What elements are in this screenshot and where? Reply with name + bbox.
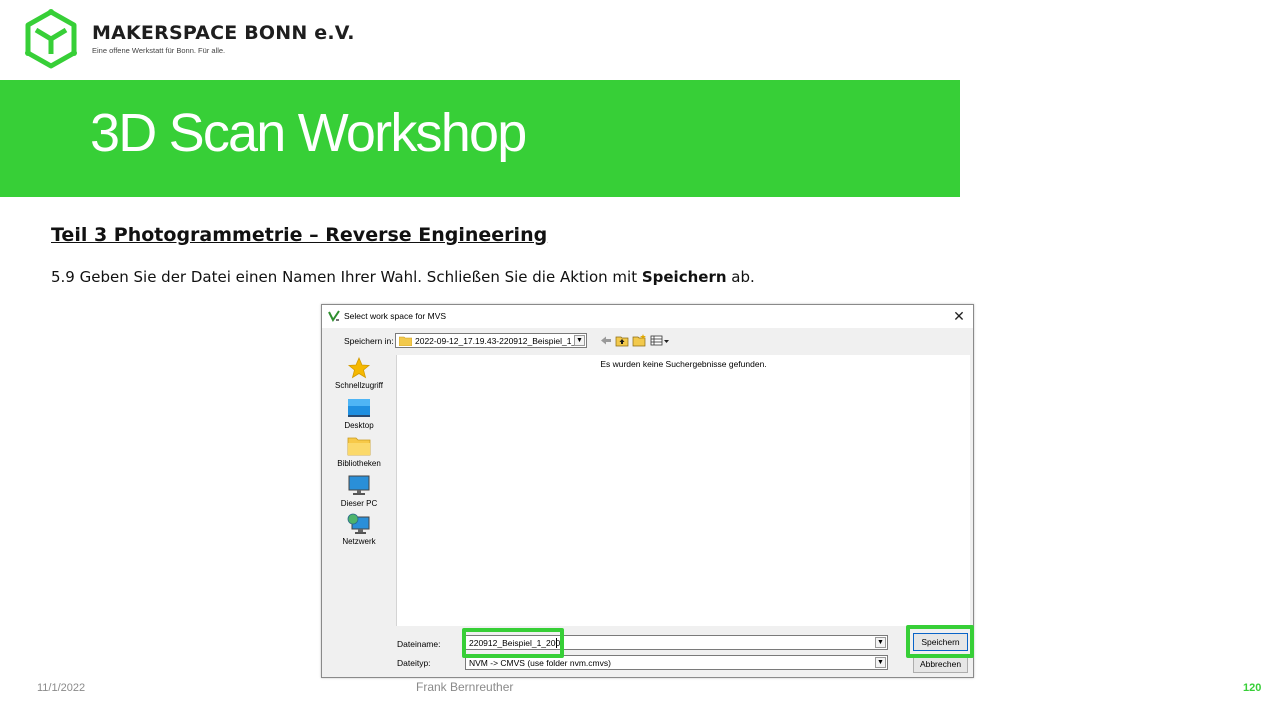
dialog-titlebar[interactable]: Select work space for MVS ✕ — [322, 305, 973, 328]
folder-icon — [399, 336, 412, 346]
chevron-down-icon[interactable]: ▼ — [875, 637, 886, 648]
star-icon — [347, 357, 371, 379]
place-label: Bibliotheken — [337, 459, 381, 468]
instruction-suffix: ab. — [726, 268, 755, 286]
instruction-bold: Speichern — [641, 268, 727, 286]
desktop-icon — [348, 399, 370, 417]
place-network[interactable]: Netzwerk — [330, 513, 388, 551]
place-label: Schnellzugriff — [335, 381, 383, 390]
place-this-pc[interactable]: Dieser PC — [330, 475, 388, 513]
network-icon — [347, 513, 370, 534]
library-folder-icon — [347, 437, 371, 456]
close-icon[interactable]: ✕ — [945, 305, 973, 328]
save-button-highlight — [906, 625, 974, 658]
place-label: Desktop — [344, 421, 374, 430]
filetype-label: Dateityp: — [397, 658, 431, 668]
view-menu-icon[interactable] — [650, 334, 670, 347]
filename-label: Dateiname: — [397, 639, 441, 649]
footer-date: 11/1/2022 — [37, 682, 86, 694]
place-quick-access[interactable]: Schnellzugriff — [330, 357, 388, 395]
slide-title: 3D Scan Workshop — [90, 103, 527, 163]
place-libraries[interactable]: Bibliotheken — [330, 435, 388, 473]
filetype-value: NVM -> CMVS (use folder nvm.cmvs) — [469, 658, 611, 668]
save-in-combo[interactable]: 2022-09-12_17.19.43-220912_Beispiel_1_20… — [395, 333, 587, 348]
save-dialog: Select work space for MVS ✕ Speichern in… — [321, 304, 974, 678]
place-label: Netzwerk — [342, 537, 376, 546]
monitor-icon — [348, 475, 370, 495]
instruction-prefix: 5.9 Geben Sie der Datei einen Namen Ihre… — [51, 268, 642, 286]
app-icon — [328, 310, 340, 322]
brand-tagline: Eine offene Werkstatt für Bonn. Für alle… — [92, 46, 226, 55]
instruction-text: 5.9 Geben Sie der Datei einen Namen Ihre… — [51, 268, 755, 286]
save-in-value: 2022-09-12_17.19.43-220912_Beispiel_1_20… — [415, 336, 575, 346]
empty-results-message: Es wurden keine Suchergebnisse gefunden. — [600, 359, 767, 369]
place-label: Dieser PC — [340, 499, 378, 508]
makerspace-logo-icon — [25, 9, 77, 69]
filename-highlight — [462, 628, 564, 658]
brand-name: MAKERSPACE BONN e.V. — [92, 22, 355, 44]
dialog-title: Select work space for MVS — [344, 311, 447, 321]
place-desktop[interactable]: Desktop — [330, 397, 388, 435]
up-folder-icon[interactable] — [615, 334, 629, 347]
chevron-down-icon[interactable]: ▼ — [875, 657, 886, 668]
title-band: 3D Scan Workshop — [0, 80, 960, 197]
section-title: Teil 3 Photogrammetrie – Reverse Enginee… — [51, 224, 548, 246]
chevron-down-icon[interactable]: ▼ — [574, 335, 585, 346]
back-arrow-icon[interactable] — [599, 334, 613, 347]
page-number: 120 — [1243, 682, 1262, 694]
footer-author: Frank Bernreuther — [416, 680, 514, 694]
new-folder-icon[interactable] — [632, 334, 646, 347]
save-in-label: Speichern in: — [344, 336, 394, 346]
file-list-area[interactable]: Es wurden keine Suchergebnisse gefunden. — [396, 355, 970, 626]
